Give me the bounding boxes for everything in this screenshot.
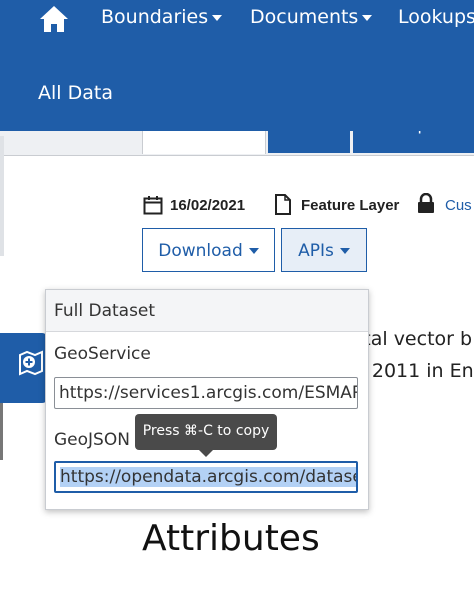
geoservice-label: GeoService xyxy=(54,344,151,364)
nav-boundaries-label: Boundaries xyxy=(101,6,209,28)
map-add-icon xyxy=(19,350,43,376)
nav-documents-label: Documents xyxy=(250,6,359,28)
attributes-heading: Attributes xyxy=(142,518,320,559)
tooltip-arrow xyxy=(199,450,213,457)
chevron-down-icon xyxy=(248,248,259,254)
home-icon[interactable] xyxy=(38,4,70,34)
dropdown-header: Full Dataset xyxy=(46,290,368,332)
chevron-down-icon xyxy=(212,14,223,21)
lock-icon xyxy=(418,193,434,213)
download-button[interactable]: Download xyxy=(142,228,275,272)
chevron-down-icon xyxy=(339,248,350,254)
nav-all-data[interactable]: All Data xyxy=(38,82,113,104)
apis-button[interactable]: APIs xyxy=(281,228,367,272)
geojson-label: GeoJSON xyxy=(54,430,130,450)
chevron-down-icon xyxy=(362,14,373,21)
copy-tooltip-text: Press ⌘-C to copy xyxy=(142,423,270,439)
nav-documents[interactable]: Documents xyxy=(250,6,373,28)
calendar-icon xyxy=(143,196,163,215)
description-text-line1: ital vector b xyxy=(358,328,473,350)
meta-license-link[interactable]: Cus xyxy=(445,197,472,214)
meta-type: Feature Layer xyxy=(301,197,400,214)
meta-date: 16/02/2021 xyxy=(170,197,246,214)
geojson-url-selected: https://opendata.arcgis.com/datasets xyxy=(60,467,356,487)
dropdown-header-label: Full Dataset xyxy=(54,301,156,321)
nav-boundaries[interactable]: Boundaries xyxy=(101,6,223,28)
nav-lookups[interactable]: Lookups xyxy=(398,6,474,28)
page: Boundaries Documents Lookups All Data Ov… xyxy=(0,0,474,589)
geoservice-url-field[interactable]: https://services1.arcgis.com/ESMARspQHYM… xyxy=(54,377,358,409)
left-edge-dark xyxy=(0,400,3,460)
geojson-url-field[interactable]: https://opendata.arcgis.com/datasets xyxy=(54,461,358,493)
apis-button-label: APIs xyxy=(298,241,334,261)
apis-dropdown: Full Dataset GeoService https://services… xyxy=(45,289,369,510)
left-edge xyxy=(0,136,4,256)
document-icon xyxy=(275,194,291,215)
download-button-label: Download xyxy=(158,241,243,261)
description-text-line2: r 2011 in En xyxy=(358,360,474,382)
side-map-button[interactable] xyxy=(0,333,48,403)
top-navbar: Boundaries Documents Lookups All Data xyxy=(0,0,474,131)
nav-lookups-label: Lookups xyxy=(398,6,474,28)
copy-tooltip: Press ⌘-C to copy xyxy=(135,414,277,457)
